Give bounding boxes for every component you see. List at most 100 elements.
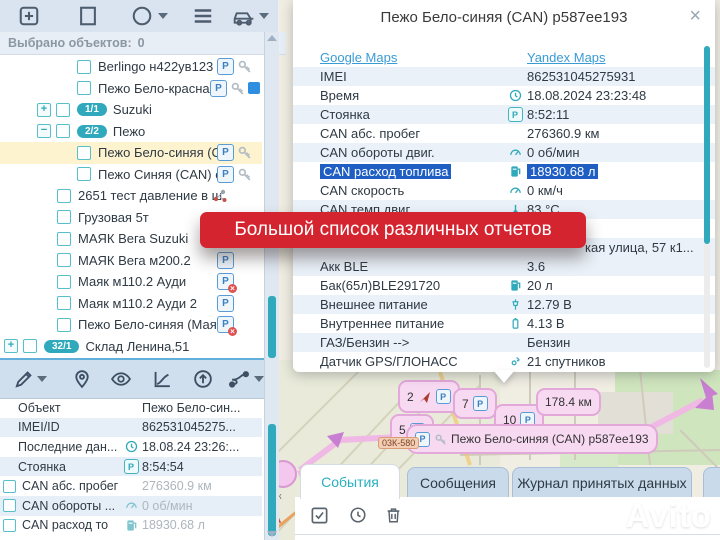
list-icon[interactable] [192, 5, 214, 27]
pin-icon[interactable] [72, 369, 92, 389]
expand-icon[interactable]: + [37, 103, 51, 117]
checkbox[interactable] [77, 81, 91, 95]
vehicle-icon[interactable] [232, 5, 256, 27]
parking-icon [124, 459, 139, 474]
scrollbar-thumb[interactable] [268, 424, 276, 536]
object-details-table: Объект Пежо Бело-син... IMEI/ID 86253104… [0, 398, 262, 535]
popup-pointer [493, 370, 515, 383]
selected-objects-bar: Выбрано объектов: 0 [0, 32, 286, 55]
checkbox[interactable] [3, 480, 16, 493]
popup-row: CAN абс. пробег 276360.9 км [293, 124, 715, 143]
detail-row: IMEI/ID 862531045275... [0, 418, 262, 438]
map-marker-2[interactable]: 2 [398, 380, 460, 413]
popup-row: ГАЗ/Бензин --> Бензин [293, 333, 715, 352]
scrollbar-thumb[interactable] [704, 46, 710, 244]
parking-icon [217, 166, 234, 183]
tree-item[interactable]: Berlingo н422ув123 [0, 56, 262, 78]
route-icon[interactable] [228, 369, 250, 389]
scroll-down-arrow[interactable] [267, 531, 277, 537]
popup-row: Бак(65л)BLE291720 20 л [293, 276, 715, 295]
close-icon[interactable]: × [689, 6, 701, 26]
popup-row: CAN скорость 0 км/ч [293, 181, 715, 200]
tree-item[interactable]: 2651 тест давление в ш [0, 185, 262, 207]
popup-row: Время 18.08.2024 23:23:48 [293, 86, 715, 105]
checkbox[interactable] [57, 253, 71, 267]
check-square-icon[interactable] [310, 506, 329, 525]
chevron-down-icon[interactable] [158, 13, 168, 19]
tree-item[interactable]: Пежо Бело-красная [0, 78, 262, 100]
upload-icon[interactable] [193, 369, 213, 389]
checkbox[interactable] [3, 519, 16, 532]
tree-item[interactable]: Пежо Синяя (CAN) с [0, 164, 262, 186]
map-marker-vehicle[interactable]: Пежо Бело-синяя (CAN) p587ee193 [406, 424, 658, 454]
tab-data-log[interactable]: Журнал принятых данных [512, 467, 692, 498]
checkbox[interactable] [57, 232, 71, 246]
checkbox[interactable] [77, 167, 91, 181]
tree-group[interactable]: − 2/2 Пежо [0, 121, 262, 143]
chevron-down-icon[interactable] [259, 13, 269, 19]
checkbox[interactable] [3, 499, 16, 512]
popup-row: CAN обороты двиг. 0 об/мин [293, 143, 715, 162]
tree-item[interactable]: Маяк м110.2 Ауди 2 [0, 293, 262, 315]
scroll-up-arrow[interactable] [267, 35, 277, 41]
scrollbar-thumb[interactable] [268, 296, 276, 358]
tab-messages[interactable]: Сообщения [407, 467, 509, 498]
rectangle-tool-icon[interactable] [77, 5, 99, 27]
checkbox[interactable] [23, 339, 37, 353]
parking-icon [217, 144, 234, 161]
object-tree: Berlingo н422ув123 Пежо Бело-красная + 1… [0, 56, 262, 357]
popup-scrollbar[interactable] [704, 46, 710, 368]
selected-objects-count: 0 [138, 36, 145, 50]
count-badge: 1/1 [77, 103, 107, 116]
satellite-icon [509, 355, 522, 368]
checkbox[interactable] [57, 296, 71, 310]
tree-group[interactable]: + 32/1 Склад Ленина,51 [0, 336, 262, 358]
checkbox[interactable] [57, 318, 71, 332]
popup-row-selected[interactable]: CAN расход топлива 18930.68 л [293, 162, 715, 181]
parking-icon [217, 295, 234, 312]
checkbox[interactable] [57, 210, 71, 224]
tree-item[interactable]: Пежо Бело-синяя (Мая [0, 314, 262, 336]
eye-icon[interactable] [110, 369, 132, 389]
parking-icon [473, 396, 488, 411]
checkbox[interactable] [56, 124, 70, 138]
pencil-icon[interactable] [14, 369, 34, 389]
detail-row: CAN обороты ... 0 об/мин [0, 496, 262, 516]
chevron-down-icon[interactable] [37, 376, 47, 382]
chart-icon[interactable] [152, 369, 172, 389]
detail-row: Объект Пежо Бело-син... [0, 398, 262, 418]
key-icon [237, 167, 252, 182]
circle-tool-icon[interactable] [131, 5, 153, 27]
collapse-icon[interactable]: − [37, 124, 51, 138]
tree-item[interactable]: Маяк м110.2 Ауди [0, 271, 262, 293]
checkbox[interactable] [57, 275, 71, 289]
map-marker-7[interactable]: 7 [453, 388, 497, 419]
gauge-icon [509, 184, 522, 197]
map-road-label: 03К-580 [378, 437, 419, 449]
tab-events[interactable]: События [300, 464, 400, 499]
history-icon[interactable] [349, 506, 367, 524]
checkbox[interactable] [77, 146, 91, 160]
map-marker-distance[interactable]: 178.4 км [536, 388, 601, 416]
yandex-maps-link[interactable]: Yandex Maps [527, 50, 606, 65]
chevron-down-icon[interactable] [254, 376, 264, 382]
tree-item-selected[interactable]: Пежо Бело-синяя (C [0, 142, 262, 164]
checkbox[interactable] [56, 103, 70, 117]
checkbox[interactable] [77, 60, 91, 74]
detail-row: Стоянка 8:54:54 [0, 457, 262, 477]
trash-icon[interactable] [385, 506, 402, 524]
tab-partial[interactable] [703, 467, 720, 498]
google-maps-link[interactable]: Google Maps [320, 50, 397, 65]
checkbox[interactable] [57, 189, 71, 203]
tree-scrollbar[interactable] [264, 32, 279, 540]
tree-item[interactable]: МАЯК Вега м200.2 [0, 250, 262, 272]
tree-group[interactable]: + 1/1 Suzuki [0, 99, 262, 121]
key-icon [434, 433, 447, 446]
fuel-icon [125, 519, 138, 532]
expand-icon[interactable]: + [4, 339, 18, 353]
parking-icon [217, 252, 234, 269]
annotation-banner: Большой список различных отчетов [200, 212, 586, 248]
add-object-icon[interactable] [18, 5, 40, 27]
detail-row: CAN абс. пробег 276360.9 км [0, 476, 262, 496]
vehicle-info-popup: Пежо Бело-синяя (CAN) p587ee193 × Google… [293, 0, 715, 372]
